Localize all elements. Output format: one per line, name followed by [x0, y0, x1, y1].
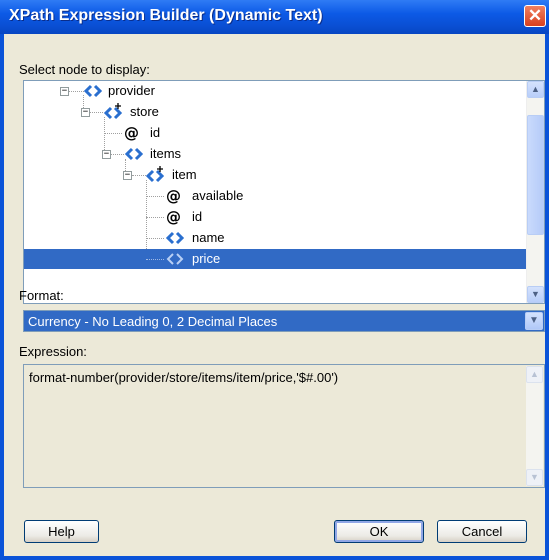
tree-node-items[interactable]: − items	[24, 144, 528, 164]
tree-node-label: item	[172, 167, 197, 182]
tree-node-label: store	[130, 104, 159, 119]
tree-node-store[interactable]: − store	[24, 102, 528, 122]
attribute-icon: @	[166, 208, 181, 226]
tree-node-provider[interactable]: − provider	[24, 81, 528, 101]
element-icon	[166, 231, 184, 245]
tree-node-label: price	[192, 251, 221, 266]
expression-scrollbar[interactable]: ▲ ▼	[526, 366, 543, 486]
element-icon	[125, 147, 143, 161]
tree-node-name[interactable]: name	[24, 228, 528, 248]
ok-button[interactable]: OK	[334, 520, 424, 543]
format-label: Format:	[19, 288, 64, 303]
cancel-button[interactable]: Cancel	[437, 520, 527, 543]
tree-node-label: name	[192, 230, 225, 245]
dialog-window: XPath Expression Builder (Dynamic Text) …	[0, 0, 549, 560]
help-button[interactable]: Help	[24, 520, 99, 543]
element-icon	[166, 253, 184, 265]
tree-node-item[interactable]: − item	[24, 165, 528, 185]
window-title: XPath Expression Builder (Dynamic Text)	[9, 7, 323, 24]
node-tree[interactable]: − provider − store @ id − items − item @…	[23, 80, 545, 304]
tree-label: Select node to display:	[19, 62, 150, 77]
tree-node-label: id	[192, 209, 203, 224]
scroll-up-button[interactable]: ▲	[527, 81, 544, 98]
scroll-down-button[interactable]: ▼	[527, 286, 544, 303]
tree-node-label: available	[192, 188, 244, 203]
scroll-up-button[interactable]: ▲	[526, 366, 543, 383]
collapse-icon[interactable]: −	[102, 150, 111, 159]
collapse-icon[interactable]: −	[81, 108, 90, 117]
expression-label: Expression:	[19, 344, 87, 359]
element-icon	[84, 84, 102, 98]
format-select[interactable]: Currency - No Leading 0, 2 Decimal Place…	[23, 310, 545, 332]
attribute-icon: @	[124, 124, 139, 142]
tree-node-id[interactable]: @ id	[24, 123, 528, 143]
tree-scrollbar[interactable]: ▲ ▼	[526, 81, 544, 303]
title-bar[interactable]: XPath Expression Builder (Dynamic Text) …	[0, 0, 549, 34]
close-button[interactable]: ✕	[524, 5, 546, 27]
element-repeating-icon	[104, 103, 122, 120]
attribute-icon: @	[166, 187, 181, 205]
collapse-icon[interactable]: −	[60, 87, 69, 96]
tree-node-label: provider	[108, 83, 155, 98]
scroll-thumb[interactable]	[527, 115, 544, 235]
tree-node-id[interactable]: @ id	[24, 207, 528, 227]
tree-connector	[146, 259, 164, 260]
expression-textarea[interactable]: format-number(provider/store/items/item/…	[23, 364, 545, 488]
tree-node-price[interactable]: price	[24, 249, 528, 269]
collapse-icon[interactable]: −	[123, 171, 132, 180]
chevron-down-icon[interactable]: ▼	[525, 312, 543, 330]
tree-node-label: items	[150, 146, 182, 161]
tree-node-available[interactable]: @ available	[24, 186, 528, 206]
tree-node-label: id	[150, 125, 161, 140]
dialog-client: Select node to display: − provider − sto…	[4, 34, 545, 556]
element-repeating-icon	[146, 166, 164, 183]
scroll-down-button[interactable]: ▼	[526, 469, 543, 486]
format-select-value: Currency - No Leading 0, 2 Decimal Place…	[28, 314, 278, 329]
expression-value: format-number(provider/store/items/item/…	[29, 370, 339, 385]
